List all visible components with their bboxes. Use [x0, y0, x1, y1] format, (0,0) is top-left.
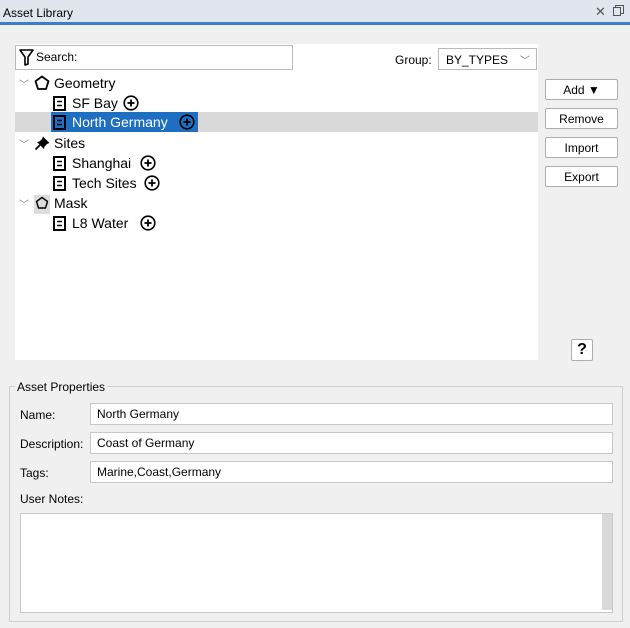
tree-item-north-germany[interactable]: North Germany [15, 112, 538, 132]
add-circle-icon[interactable] [140, 215, 156, 234]
tree-item-sf-bay[interactable]: SF Bay [15, 93, 538, 113]
user-notes-textarea[interactable] [20, 513, 613, 613]
expand-chevron-icon[interactable]: ﹀ [19, 76, 29, 91]
tags-field[interactable] [90, 461, 613, 483]
group-selected-value: BY_TYPES [446, 53, 509, 67]
category-label: Geometry [54, 75, 116, 91]
document-icon [53, 176, 66, 194]
name-label: Name: [20, 408, 56, 422]
tree-category-sites[interactable]: ﹀ Sites [15, 133, 538, 153]
tree-item-shanghai[interactable]: Shanghai [15, 153, 538, 173]
document-icon [53, 216, 66, 234]
add-button[interactable]: Add ▼ [545, 79, 618, 100]
document-icon [53, 115, 66, 133]
tree-item-tech-sites[interactable]: Tech Sites [15, 173, 538, 193]
import-button[interactable]: Import [545, 137, 618, 158]
description-label: Description: [20, 437, 84, 451]
tree-item-l8-water[interactable]: L8 Water [15, 213, 538, 233]
item-label: SF Bay [72, 95, 118, 111]
export-button[interactable]: Export [545, 166, 618, 187]
title-bar: Asset Library ✕ [0, 0, 630, 25]
item-label: Shanghai [72, 155, 132, 171]
item-label: North Germany [72, 114, 168, 130]
tree-category-geometry[interactable]: ﹀ Geometry [15, 73, 538, 93]
expand-chevron-icon[interactable]: ﹀ [19, 136, 29, 151]
add-circle-icon[interactable] [144, 175, 160, 194]
document-icon [53, 156, 66, 174]
add-circle-icon[interactable] [140, 155, 156, 174]
remove-button[interactable]: Remove [545, 108, 618, 129]
help-button[interactable]: ? [571, 339, 593, 361]
restore-icon[interactable] [613, 4, 624, 19]
search-input[interactable] [36, 48, 286, 66]
search-box[interactable] [15, 45, 293, 70]
group-select[interactable]: BY_TYPES ﹀ [438, 48, 537, 70]
close-icon[interactable]: ✕ [595, 4, 606, 20]
item-label: Tech Sites [72, 175, 137, 191]
user-notes-label: User Notes: [20, 492, 84, 506]
tags-label: Tags: [20, 466, 49, 480]
category-label: Sites [54, 135, 86, 151]
chevron-down-icon: ﹀ [520, 56, 530, 67]
group-label: Group: [395, 53, 432, 67]
name-field[interactable] [90, 403, 613, 425]
pin-icon [34, 135, 51, 154]
tree-category-mask[interactable]: ﹀ Mask [15, 193, 538, 214]
asset-properties-legend: Asset Properties [15, 380, 108, 394]
filter-icon [19, 49, 34, 69]
mask-pentagon-icon [34, 195, 50, 214]
item-label: L8 Water [72, 215, 129, 231]
add-circle-icon[interactable] [179, 114, 195, 133]
description-field[interactable] [90, 432, 613, 454]
expand-chevron-icon[interactable]: ﹀ [19, 196, 29, 211]
pentagon-icon [34, 75, 50, 94]
category-label: Mask [54, 195, 88, 211]
window-title: Asset Library [3, 6, 74, 20]
notes-scrollbar[interactable] [602, 514, 612, 610]
